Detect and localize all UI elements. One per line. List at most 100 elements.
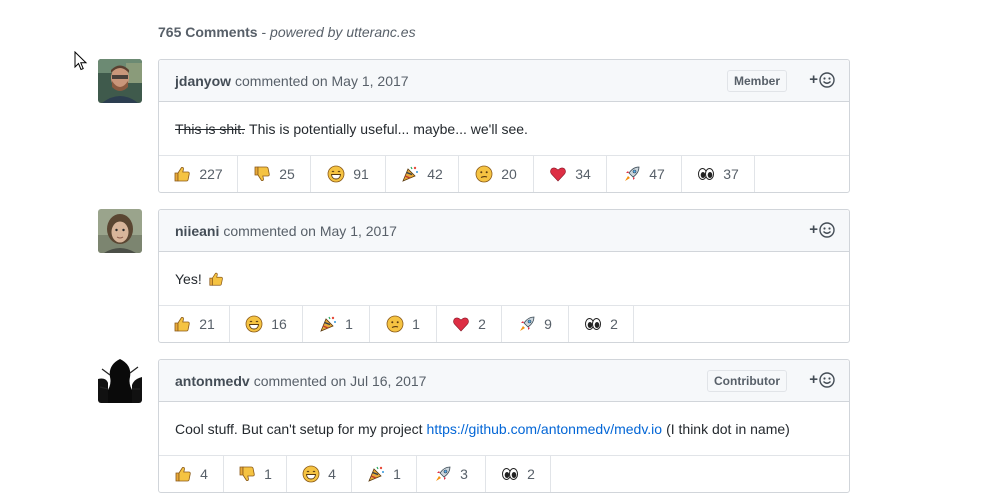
reaction-count: 1 bbox=[393, 466, 401, 482]
reaction-button-party[interactable]: 1 bbox=[352, 456, 417, 492]
powered-by-link[interactable]: powered by utteranc.es bbox=[270, 24, 416, 40]
reaction-count: 37 bbox=[723, 166, 739, 182]
party-icon bbox=[368, 466, 385, 482]
plus-icon: + bbox=[809, 221, 818, 238]
reaction-button-laugh[interactable]: 4 bbox=[287, 456, 352, 492]
reaction-button-heart[interactable]: 34 bbox=[534, 156, 607, 192]
eyes-icon bbox=[585, 318, 602, 330]
reaction-button-rocket[interactable]: 9 bbox=[502, 306, 569, 342]
rocket-icon bbox=[520, 316, 535, 331]
project-link[interactable]: https://github.com/antonmedv/medv.io bbox=[427, 421, 663, 437]
confused-icon bbox=[386, 315, 404, 333]
comment-header: antonmedv commented on Jul 16, 2017 Cont… bbox=[159, 360, 849, 402]
avatar-jdanyow-image bbox=[98, 59, 142, 103]
reaction-button-thumbs-down[interactable]: 1 bbox=[224, 456, 287, 492]
comment-box: niieani commented on May 1, 2017 + Yes! bbox=[158, 209, 850, 343]
struck-text: This is shit. bbox=[175, 120, 246, 137]
avatar[interactable] bbox=[98, 359, 142, 403]
reactions-bar: 4 1 4 1 3 2 bbox=[159, 456, 849, 492]
comment-box: antonmedv commented on Jul 16, 2017 Cont… bbox=[158, 359, 850, 493]
reaction-count: 34 bbox=[575, 166, 591, 182]
party-icon bbox=[320, 316, 337, 332]
laugh-icon bbox=[245, 315, 263, 333]
avatar-antonmedv-image bbox=[98, 359, 142, 403]
laugh-icon bbox=[302, 465, 320, 483]
comment-header: niieani commented on May 1, 2017 + bbox=[159, 210, 849, 252]
eyes-icon bbox=[502, 468, 519, 480]
reaction-button-party[interactable]: 42 bbox=[386, 156, 459, 192]
rocket-icon bbox=[625, 166, 640, 181]
reaction-count: 2 bbox=[610, 316, 618, 332]
mouse-pointer-icon bbox=[74, 51, 88, 71]
comment-date[interactable]: commented on Jul 16, 2017 bbox=[254, 373, 427, 389]
avatar[interactable] bbox=[98, 59, 142, 103]
reaction-button-eyes[interactable]: 2 bbox=[486, 456, 551, 492]
reaction-button-laugh[interactable]: 16 bbox=[230, 306, 303, 342]
reaction-button-confused[interactable]: 20 bbox=[459, 156, 534, 192]
reaction-count: 47 bbox=[649, 166, 665, 182]
reaction-count: 42 bbox=[427, 166, 443, 182]
thumbs-up-icon bbox=[174, 317, 190, 332]
thumbs-up-icon bbox=[174, 167, 190, 182]
comment-header: jdanyow commented on May 1, 2017 Member … bbox=[159, 60, 849, 102]
reaction-button-party[interactable]: 1 bbox=[303, 306, 370, 342]
comments-count-header: 765 Comments - powered by utteranc.es bbox=[158, 24, 416, 40]
reaction-button-confused[interactable]: 1 bbox=[370, 306, 437, 342]
reaction-count: 9 bbox=[544, 316, 552, 332]
reaction-count: 3 bbox=[460, 466, 468, 482]
reaction-count: 2 bbox=[527, 466, 535, 482]
member-badge: Member bbox=[726, 70, 787, 92]
reaction-button-heart[interactable]: 2 bbox=[437, 306, 502, 342]
comment-date[interactable]: commented on May 1, 2017 bbox=[223, 223, 397, 239]
comment-author[interactable]: niieani bbox=[175, 223, 219, 239]
reaction-count: 1 bbox=[412, 316, 420, 332]
thumbs-up-icon bbox=[175, 467, 191, 482]
comment-body: Cool stuff. But can't setup for my proje… bbox=[159, 402, 849, 456]
reaction-count: 16 bbox=[271, 316, 287, 332]
reaction-count: 91 bbox=[353, 166, 369, 182]
reaction-button-eyes[interactable]: 37 bbox=[682, 156, 755, 192]
reaction-count: 2 bbox=[478, 316, 486, 332]
laugh-icon bbox=[327, 165, 345, 183]
comment-body: This is shit. This is potentially useful… bbox=[159, 102, 849, 156]
reaction-button-rocket[interactable]: 47 bbox=[607, 156, 682, 192]
smiley-icon bbox=[819, 71, 835, 88]
reaction-button-thumbs-up[interactable]: 4 bbox=[159, 456, 224, 492]
comment-body: Yes! bbox=[159, 252, 849, 306]
party-icon bbox=[402, 166, 419, 182]
thumbs-down-icon bbox=[239, 466, 255, 481]
reaction-button-thumbs-up[interactable]: 227 bbox=[159, 156, 238, 192]
comment-author[interactable]: jdanyow bbox=[175, 73, 231, 89]
comments-count: 765 Comments bbox=[158, 24, 258, 40]
reactions-bar: 21 16 1 1 2 9 2 bbox=[159, 306, 849, 342]
heart-icon bbox=[453, 317, 469, 332]
thumbs-up-emoji-icon bbox=[208, 271, 224, 287]
comment-author[interactable]: antonmedv bbox=[175, 373, 250, 389]
reaction-count: 25 bbox=[279, 166, 295, 182]
add-reaction-button[interactable]: + bbox=[809, 71, 835, 88]
reaction-count: 1 bbox=[264, 466, 272, 482]
avatar[interactable] bbox=[98, 209, 142, 253]
reaction-button-laugh[interactable]: 91 bbox=[311, 156, 386, 192]
comment-text: Cool stuff. But can't setup for my proje… bbox=[175, 420, 423, 437]
comment-date[interactable]: commented on May 1, 2017 bbox=[235, 73, 409, 89]
reaction-button-thumbs-down[interactable]: 25 bbox=[238, 156, 311, 192]
reaction-button-rocket[interactable]: 3 bbox=[417, 456, 486, 492]
add-reaction-button[interactable]: + bbox=[809, 221, 835, 238]
add-reaction-button[interactable]: + bbox=[809, 371, 835, 388]
contributor-badge: Contributor bbox=[707, 370, 787, 392]
reaction-count: 227 bbox=[199, 166, 223, 182]
comment-box: jdanyow commented on May 1, 2017 Member … bbox=[158, 59, 850, 193]
smiley-icon bbox=[819, 371, 835, 388]
plus-icon: + bbox=[809, 71, 818, 88]
reaction-button-eyes[interactable]: 2 bbox=[569, 306, 634, 342]
smiley-icon bbox=[819, 221, 835, 238]
rocket-icon bbox=[436, 466, 451, 481]
reaction-count: 4 bbox=[200, 466, 208, 482]
plus-icon: + bbox=[809, 371, 818, 388]
eyes-icon bbox=[698, 168, 715, 180]
reaction-count: 20 bbox=[501, 166, 517, 182]
heart-icon bbox=[550, 167, 567, 182]
reaction-button-thumbs-up[interactable]: 21 bbox=[159, 306, 230, 342]
thumbs-down-icon bbox=[254, 166, 270, 181]
